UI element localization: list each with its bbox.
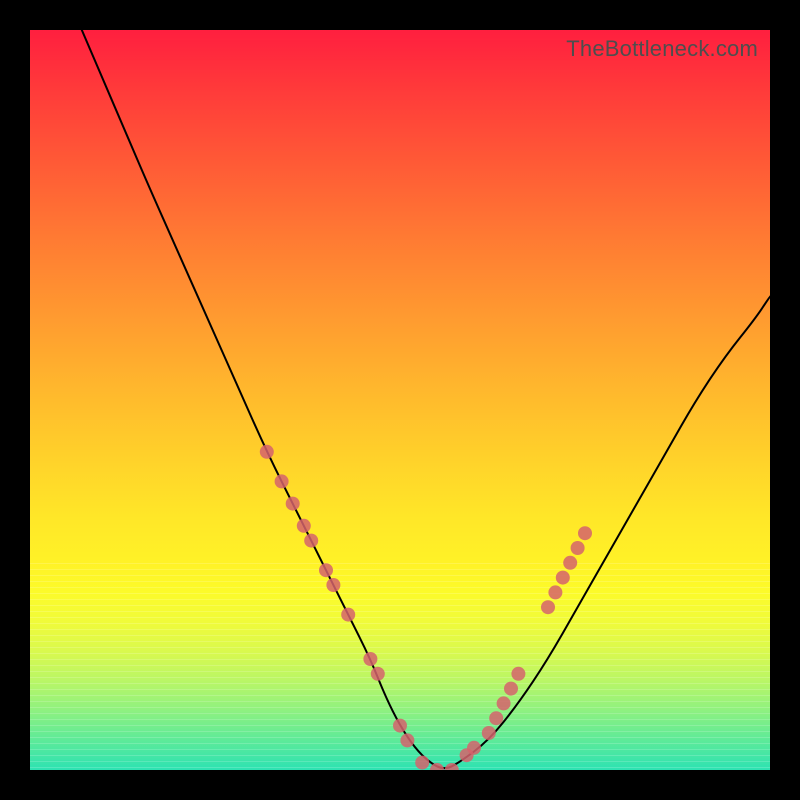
curve-marker bbox=[511, 667, 525, 681]
curve-markers bbox=[260, 445, 592, 770]
curve-marker bbox=[341, 608, 355, 622]
plot-area: TheBottleneck.com bbox=[30, 30, 770, 770]
curve-marker bbox=[467, 741, 481, 755]
curve-marker bbox=[563, 556, 577, 570]
curve-marker bbox=[482, 726, 496, 740]
curve-marker bbox=[489, 711, 503, 725]
curve-marker bbox=[548, 585, 562, 599]
curve-marker bbox=[319, 563, 333, 577]
curve-marker bbox=[297, 519, 311, 533]
chart-overlay bbox=[30, 30, 770, 770]
curve-marker bbox=[304, 534, 318, 548]
curve-marker bbox=[556, 571, 570, 585]
curve-marker bbox=[260, 445, 274, 459]
curve-marker bbox=[541, 600, 555, 614]
curve-marker bbox=[571, 541, 585, 555]
curve-marker bbox=[275, 474, 289, 488]
curve-marker bbox=[415, 756, 429, 770]
chart-frame: TheBottleneck.com bbox=[0, 0, 800, 800]
curve-marker bbox=[497, 696, 511, 710]
curve-marker bbox=[363, 652, 377, 666]
curve-marker bbox=[400, 733, 414, 747]
bottleneck-curve bbox=[82, 30, 770, 768]
curve-marker bbox=[393, 719, 407, 733]
curve-marker bbox=[504, 682, 518, 696]
curve-marker bbox=[578, 526, 592, 540]
curve-marker bbox=[286, 497, 300, 511]
curve-marker bbox=[371, 667, 385, 681]
curve-marker bbox=[326, 578, 340, 592]
